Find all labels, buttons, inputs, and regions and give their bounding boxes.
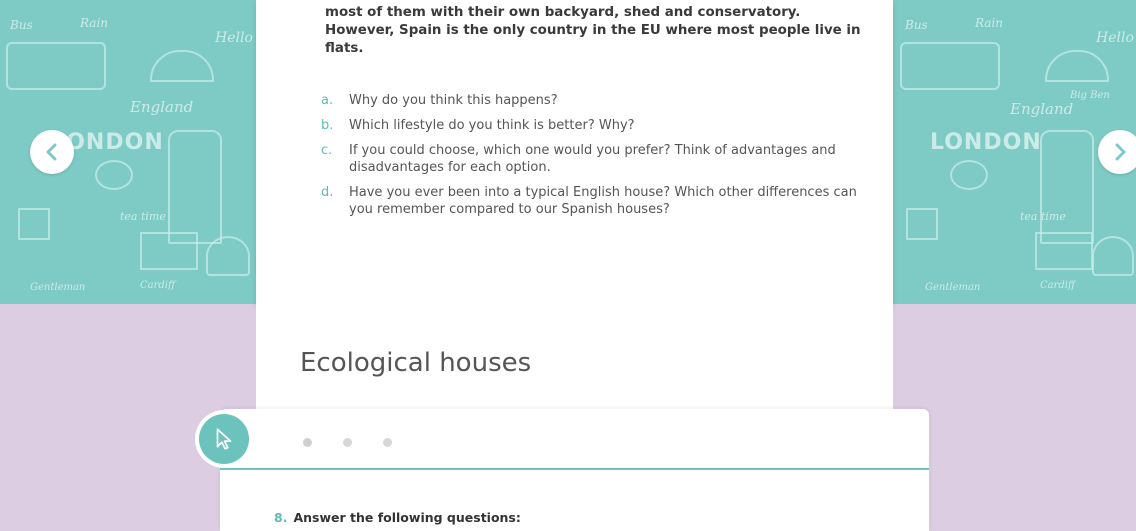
task-heading: 8. Answer the following questions: [274,510,521,525]
phone-box-doodle [1040,130,1094,244]
next-slide-button[interactable] [1098,130,1136,174]
doodle-text: Gentleman [30,282,86,293]
divider [220,468,929,470]
umbrella-doodle [150,50,214,82]
doodle-text: Gentleman [925,282,981,293]
doodle-text: Rain [975,16,1004,30]
doodle-text: Hello [215,30,253,46]
intro-paragraph: most of them with their own backyard, sh… [325,5,861,56]
task-text: Answer the following questions: [293,510,521,525]
activity-pointer-badge [195,410,253,468]
teapot-doodle [950,160,988,190]
doodle-text: tea time [120,210,166,223]
question-letter: a. [321,93,334,108]
doodle-text: Big Ben [1070,90,1110,101]
doodle-text: England [1010,100,1074,118]
doodle-text: Rain [80,16,109,30]
page-dot[interactable] [343,438,352,447]
question-text: Why do you think this happens? [349,93,558,108]
crown-doodle [206,236,250,276]
question-text: If you could choose, which one would you… [349,143,836,175]
doodle-text: Cardiff [140,280,176,291]
flag-doodle [140,232,198,270]
list-item: b. Which lifestyle do you think is better… [321,117,861,134]
hat-doodle [18,208,50,240]
crown-doodle [1092,236,1134,276]
doodle-text: LONDON [930,130,1042,155]
bus-doodle [6,42,106,90]
umbrella-doodle [1045,50,1109,82]
doodle-text: Cardiff [1040,280,1076,291]
doodle-text: Bus [10,18,33,32]
page-dot[interactable] [383,438,392,447]
prev-slide-button[interactable] [30,130,74,174]
list-item: d. Have you ever been into a typical Engl… [321,184,861,218]
question-list: a. Why do you think this happens? b. Which… [321,92,861,226]
teapot-doodle [95,160,133,190]
flag-doodle [1035,232,1093,270]
doodle-text: Hello [1096,30,1134,46]
question-letter: b. [321,118,334,133]
bus-doodle [900,42,1000,90]
section-title: Ecological houses [300,348,532,378]
doodle-text: England [130,98,194,116]
list-item: c. If you could choose, which one would y… [321,142,861,176]
question-letter: d. [321,185,334,200]
cursor-icon [216,428,232,450]
question-text: Have you ever been into a typical Englis… [349,185,857,217]
page-dot-active[interactable] [303,438,312,447]
chevron-left-icon [46,143,57,161]
list-item: a. Why do you think this happens? [321,92,861,109]
question-text: Which lifestyle do you think is better? … [349,118,635,133]
task-number: 8. [274,510,288,525]
chevron-right-icon [1115,143,1126,161]
doodle-text: Bus [905,18,928,32]
question-letter: c. [321,143,333,158]
phone-box-doodle [168,130,222,244]
reading-card: most of them with their own backyard, sh… [256,0,893,304]
hat-doodle [906,208,938,240]
